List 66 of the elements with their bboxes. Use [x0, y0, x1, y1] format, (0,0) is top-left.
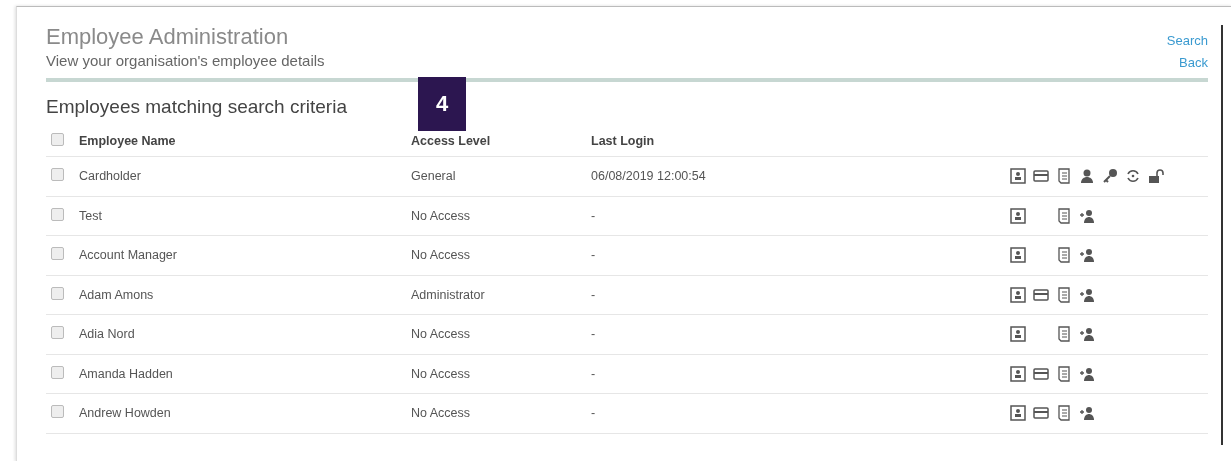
nav-link[interactable]: Back — [1179, 55, 1208, 70]
add-user-icon[interactable] — [1079, 247, 1095, 264]
access-level: No Access — [411, 208, 472, 223]
add-user-icon[interactable] — [1079, 286, 1095, 303]
last-login: - — [591, 406, 597, 421]
page-title: Employee Administration — [46, 24, 290, 50]
employee-name: Test — [79, 208, 103, 223]
id-badge-icon[interactable] — [1010, 365, 1026, 382]
add-user-icon[interactable] — [1079, 405, 1095, 422]
select-all-checkbox[interactable] — [51, 133, 64, 146]
access-level: No Access — [411, 406, 472, 421]
access-level: No Access — [411, 327, 472, 342]
employee-name: Cardholder — [79, 169, 142, 184]
user-icon[interactable] — [1079, 168, 1095, 185]
last-login: - — [591, 327, 597, 342]
row-checkbox[interactable] — [51, 286, 64, 300]
id-badge-icon[interactable] — [1010, 168, 1026, 185]
row-checkbox[interactable] — [51, 326, 64, 340]
row-checkbox[interactable] — [51, 365, 64, 379]
id-badge-icon[interactable] — [1010, 326, 1026, 343]
employee-name: Adam Amons — [79, 287, 155, 302]
employee-name: Account Manager — [79, 248, 178, 263]
last-login: - — [591, 366, 597, 381]
employee-name: Adia Nord — [79, 327, 136, 342]
page-subtitle: View your organisation's employee details — [46, 52, 325, 69]
section-title: Employees matching search criteria — [46, 96, 347, 118]
step-badge: 4 — [418, 77, 466, 131]
access-level: No Access — [411, 366, 472, 381]
access-level: General — [411, 169, 457, 184]
id-badge-icon[interactable] — [1010, 207, 1026, 224]
card-icon[interactable] — [1033, 168, 1049, 185]
card-icon[interactable] — [1033, 286, 1049, 303]
unlock-icon[interactable] — [1148, 168, 1164, 185]
add-user-icon[interactable] — [1079, 365, 1095, 382]
employee-name: Andrew Howden — [79, 406, 172, 421]
card-icon[interactable] — [1033, 405, 1049, 422]
row-checkbox[interactable] — [51, 168, 64, 182]
column-header: Last Login — [591, 134, 656, 148]
last-login: - — [591, 208, 597, 223]
sync-icon[interactable] — [1125, 168, 1141, 185]
employee-name: Amanda Hadden — [79, 366, 174, 381]
document-icon[interactable] — [1056, 247, 1072, 264]
document-icon[interactable] — [1056, 405, 1072, 422]
access-level: No Access — [411, 248, 472, 263]
document-icon[interactable] — [1056, 326, 1072, 343]
id-badge-icon[interactable] — [1010, 405, 1026, 422]
document-icon[interactable] — [1056, 207, 1072, 224]
row-checkbox[interactable] — [51, 247, 64, 261]
last-login: 06/08/2019 12:00:54 — [591, 169, 707, 184]
add-user-icon[interactable] — [1079, 326, 1095, 343]
add-user-icon[interactable] — [1079, 207, 1095, 224]
column-header: Access Level — [411, 134, 492, 148]
card-icon[interactable] — [1033, 365, 1049, 382]
last-login: - — [591, 248, 597, 263]
document-icon[interactable] — [1056, 168, 1072, 185]
key-icon[interactable] — [1102, 168, 1118, 185]
last-login: - — [591, 287, 597, 302]
id-badge-icon[interactable] — [1010, 286, 1026, 303]
nav-link[interactable]: Search — [1166, 33, 1208, 48]
document-icon[interactable] — [1056, 286, 1072, 303]
column-header: Employee Name — [79, 134, 177, 148]
id-badge-icon[interactable] — [1010, 247, 1026, 264]
access-level: Administrator — [411, 287, 486, 302]
row-checkbox[interactable] — [51, 405, 64, 419]
row-checkbox[interactable] — [51, 207, 64, 221]
document-icon[interactable] — [1056, 365, 1072, 382]
